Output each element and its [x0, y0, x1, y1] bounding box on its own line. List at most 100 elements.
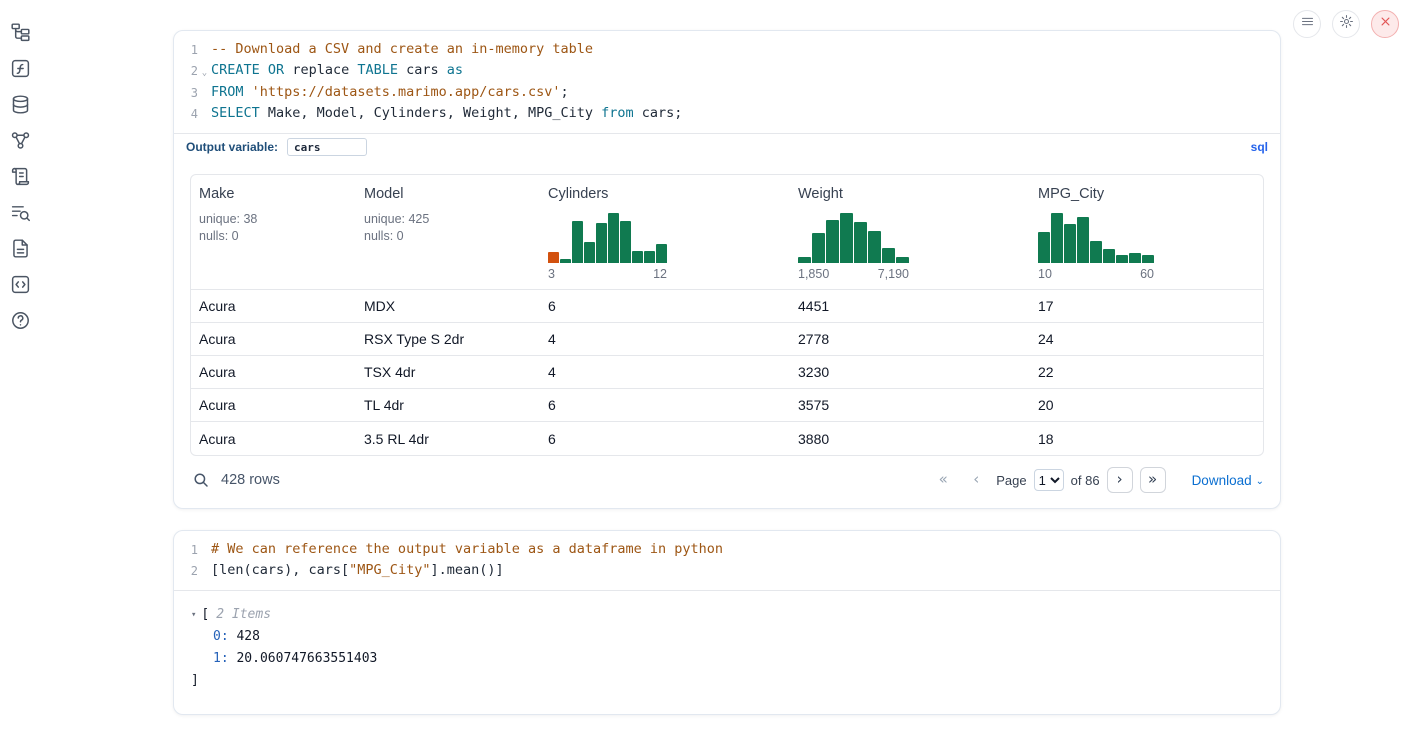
menu-button[interactable]: [1293, 10, 1321, 38]
histogram-bar: [826, 220, 839, 263]
table-cell: Acura: [191, 431, 356, 447]
histogram-bar: [644, 251, 655, 263]
column-stat: nulls: 0: [199, 228, 348, 245]
table-cell: MDX: [356, 298, 540, 314]
column-name: Weight: [798, 186, 1022, 202]
table-cell: 3.5 RL 4dr: [356, 431, 540, 447]
output-items: 0: 4281: 20.060747663551403: [191, 626, 1264, 670]
close-button[interactable]: [1371, 10, 1399, 38]
table-cell: Acura: [191, 331, 356, 347]
table-cell: 6: [540, 298, 790, 314]
search-icon[interactable]: [192, 471, 210, 489]
close-bracket: ]: [191, 670, 1264, 692]
table-cell: Acura: [191, 364, 356, 380]
code-line: 4SELECT Make, Model, Cylinders, Weight, …: [174, 104, 1280, 125]
page-select[interactable]: 1: [1034, 469, 1064, 491]
histogram-bar: [1103, 249, 1115, 263]
download-label: Download: [1192, 473, 1252, 488]
histogram-bar: [560, 259, 571, 263]
histogram-bar: [868, 231, 881, 263]
histogram-bar: [632, 251, 643, 263]
column-header: MPG_City 10 60: [1030, 175, 1263, 289]
column-histogram: 10 60: [1038, 211, 1255, 281]
output-variable-row: Output variable: sql: [174, 133, 1280, 160]
dependency-graph-icon[interactable]: [9, 129, 31, 151]
histogram-bar: [882, 248, 895, 263]
output-variable-input[interactable]: [287, 138, 367, 156]
notebook: 1 -- Download a CSV and create an in-memo…: [173, 30, 1281, 736]
line-number: 2: [174, 61, 198, 84]
column-name: MPG_City: [1038, 186, 1255, 202]
table-cell: 4: [540, 364, 790, 380]
open-bracket: [: [201, 604, 209, 626]
histogram-bar: [840, 213, 853, 263]
gutter-spacer: [198, 83, 211, 104]
next-page-button[interactable]: ›: [1107, 467, 1133, 493]
file-tree-icon[interactable]: [9, 21, 31, 43]
histogram-bar: [854, 222, 867, 263]
table-cell: 24: [1030, 331, 1263, 347]
table-cell: Acura: [191, 397, 356, 413]
histogram-max-label: 60: [1140, 267, 1154, 281]
histogram-bar: [572, 221, 583, 263]
code-line: 1# We can reference the output variable …: [174, 540, 1280, 561]
table-row: AcuraTL 4dr6357520: [191, 389, 1263, 422]
table-row: AcuraMDX6445117: [191, 290, 1263, 323]
histogram-bar: [1142, 255, 1154, 263]
first-page-button[interactable]: «: [930, 467, 956, 493]
column-histogram: 1,8507,190: [798, 211, 1022, 281]
histogram-max-label: 7,190: [878, 267, 909, 281]
search-list-icon[interactable]: [9, 201, 31, 223]
table-cell: 3880: [790, 431, 1030, 447]
python-cell: 1# We can reference the output variable …: [173, 530, 1281, 715]
histogram-min-label: 10: [1038, 267, 1052, 281]
table-cell: 22: [1030, 364, 1263, 380]
table-row: Acura3.5 RL 4dr6388018: [191, 422, 1263, 455]
gutter-spacer: [198, 40, 211, 61]
column-header: Weight 1,8507,190: [790, 175, 1030, 289]
collapse-chevron-icon[interactable]: ▾: [191, 604, 196, 626]
histogram-bar: [1038, 232, 1050, 263]
sql-cell: 1 -- Download a CSV and create an in-memo…: [173, 30, 1281, 509]
table-cell: 6: [540, 431, 790, 447]
snippets-icon[interactable]: [9, 273, 31, 295]
code-text: [len(cars), cars["MPG_City"].mean()]: [211, 561, 504, 582]
histogram-bar: [812, 233, 825, 263]
table-cell: RSX Type S 2dr: [356, 331, 540, 347]
histogram-max-label: 12: [653, 267, 667, 281]
histogram-bar: [1064, 224, 1076, 263]
line-number: 3: [174, 83, 198, 104]
output-list-item: 0: 428: [191, 626, 1264, 648]
fold-chevron-icon[interactable]: ⌄: [198, 61, 211, 84]
download-link[interactable]: Download ⌄: [1192, 473, 1264, 488]
table-cell: 3230: [790, 364, 1030, 380]
scroll-icon[interactable]: [9, 165, 31, 187]
gutter-spacer: [198, 561, 211, 582]
help-icon[interactable]: [9, 309, 31, 331]
column-header: Modelunique: 425nulls: 0: [356, 175, 540, 289]
histogram-bar: [1051, 213, 1063, 263]
function-icon[interactable]: [9, 57, 31, 79]
line-number: 1: [174, 40, 198, 61]
python-code-editor[interactable]: 1# We can reference the output variable …: [174, 531, 1280, 590]
column-histogram: 3 12: [548, 211, 782, 281]
code-text: -- Download a CSV and create an in-memor…: [211, 40, 593, 61]
histogram-bar: [596, 223, 607, 263]
column-stat: unique: 38: [199, 211, 348, 228]
column-header: Cylinders312: [540, 175, 790, 289]
column-name: Model: [364, 186, 532, 202]
prev-page-button[interactable]: ‹: [963, 467, 989, 493]
sql-code-editor[interactable]: 1 -- Download a CSV and create an in-memo…: [174, 31, 1280, 133]
table-body: AcuraMDX6445117AcuraRSX Type S 2dr427782…: [191, 290, 1263, 455]
of-pages-label: of 86: [1071, 473, 1100, 488]
settings-button[interactable]: [1332, 10, 1360, 38]
document-icon[interactable]: [9, 237, 31, 259]
code-text: # We can reference the output variable a…: [211, 540, 723, 561]
database-icon[interactable]: [9, 93, 31, 115]
histogram-bar: [896, 257, 909, 263]
item-index: 0:: [213, 629, 229, 644]
histogram-min-label: 3: [548, 267, 555, 281]
last-page-button[interactable]: »: [1140, 467, 1166, 493]
page-label: Page: [996, 473, 1026, 488]
output-list-header: ▾ [ 2 Items: [191, 604, 1264, 626]
